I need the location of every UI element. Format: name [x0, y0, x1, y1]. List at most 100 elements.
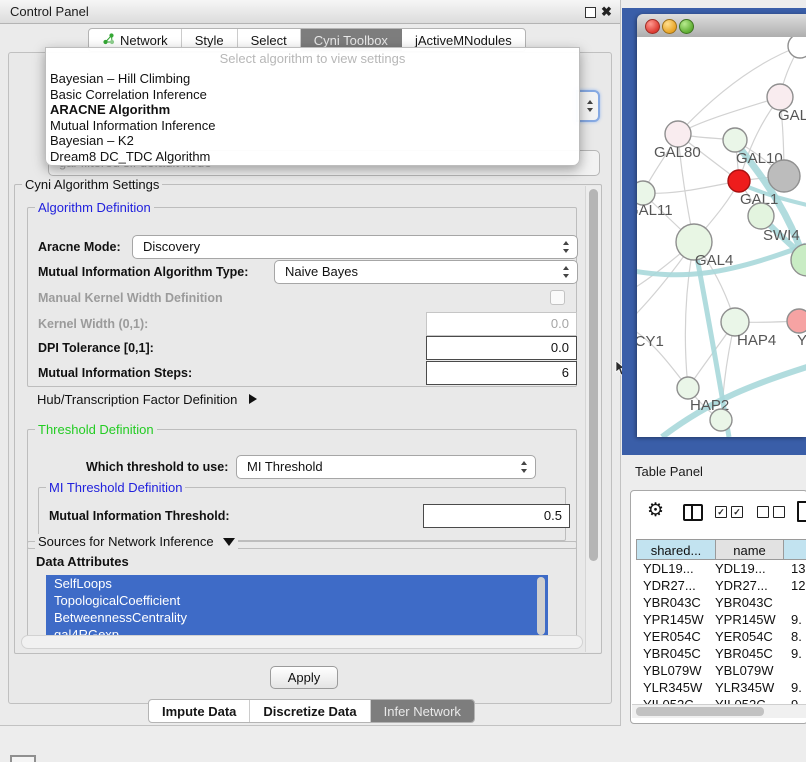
manual-kernel-checkbox[interactable] [550, 290, 565, 305]
node-label-gcy1: GCY1 [637, 333, 664, 350]
attribute-item-betweennesscentrality[interactable]: BetweennessCentrality [46, 609, 548, 626]
threshold-definition-group: Threshold Definition Which threshold to … [27, 429, 577, 549]
algorithm-option-aracne-algorithm[interactable]: ARACNE Algorithm [50, 102, 575, 118]
manual-kernel-label: Manual Kernel Width Definition [38, 291, 223, 305]
table-cell: YLR345W [643, 680, 702, 695]
mi-threshold-definition-title: MI Threshold Definition [46, 480, 185, 495]
document-icon[interactable] [797, 501, 806, 522]
minimize-traffic-light-icon[interactable] [662, 19, 677, 34]
network-node-hap2[interactable] [677, 377, 699, 399]
table-panel-title: Table Panel [635, 464, 703, 479]
aracne-mode-combo[interactable]: Discovery [132, 235, 578, 259]
bottom-tab-impute-data[interactable]: Impute Data [149, 700, 250, 722]
split-columns-icon[interactable] [683, 504, 703, 521]
node-label-gal: GAL [778, 107, 806, 124]
zoom-traffic-light-icon[interactable] [679, 19, 694, 34]
table-row[interactable]: YDL19...YDL19...13 [631, 561, 806, 578]
algorithm-option-bayesian-hill-climbing[interactable]: Bayesian – Hill Climbing [50, 71, 575, 87]
bottom-tab-label: Discretize Data [263, 704, 356, 719]
attribute-item-topologicalcoefficient[interactable]: TopologicalCoefficient [46, 592, 548, 609]
close-icon[interactable]: ✖ [601, 3, 612, 20]
list-scrollbar-thumb[interactable] [537, 577, 545, 635]
table-scrollbar-thumb[interactable] [636, 707, 764, 716]
table-cell: 9. [791, 680, 802, 695]
table-row[interactable]: YBR043CYBR043C [631, 595, 806, 612]
node-label-gal4: GAL4 [695, 252, 733, 269]
unchecked-checkbox-icon[interactable] [773, 506, 785, 518]
stepper-arrows-icon [520, 461, 528, 473]
tab-label: Network [120, 33, 168, 48]
attribute-item-selfloops[interactable]: SelfLoops [46, 575, 548, 592]
settings-vertical-scrollbar[interactable] [585, 186, 601, 652]
kernel-width-label: Kernel Width (0,1): [38, 317, 148, 331]
bottom-tab-label: Impute Data [162, 704, 236, 719]
network-icon [102, 32, 115, 48]
which-threshold-combo[interactable]: MI Threshold [236, 455, 536, 479]
node-label-gal80: GAL80 [654, 144, 701, 161]
sources-title-text: Sources for Network Inference [38, 534, 214, 549]
network-node[interactable] [768, 160, 800, 192]
dpi-tolerance-field[interactable]: 0.0 [426, 336, 577, 360]
table-cell: YDR27... [643, 578, 696, 593]
table-cell: 9. [791, 612, 802, 627]
network-node-gal10[interactable] [723, 128, 747, 152]
node-label-y: Y [797, 332, 806, 349]
column-header-name[interactable]: name [715, 539, 784, 560]
float-window-icon[interactable] [585, 7, 596, 18]
table-row[interactable]: YLR345WYLR345W9. [631, 680, 806, 697]
data-attributes-list[interactable]: SelfLoopsTopologicalCoefficientBetweenne… [46, 575, 548, 643]
mi-steps-field[interactable]: 6 [426, 361, 577, 385]
table-header-row: shared...name [637, 539, 806, 560]
bottom-tabbar: Impute Data Discretize Data Infer Network [148, 699, 475, 723]
gear-icon[interactable]: ⚙ [647, 501, 664, 521]
algorithm-option-bayesian-k2[interactable]: Bayesian – K2 [50, 133, 575, 149]
stepper-arrows-icon [586, 100, 594, 112]
checked-checkbox-icon[interactable]: ✓ [731, 506, 743, 518]
mi-threshold-field[interactable]: 0.5 [423, 504, 570, 528]
aracne-mode-value: Discovery [143, 239, 200, 254]
bottom-left-partial-icon[interactable] [10, 755, 36, 762]
cyni-algorithm-settings-group: Cyni Algorithm Settings Algorithm Defini… [14, 184, 602, 654]
network-node-y[interactable] [787, 309, 806, 333]
kernel-width-field[interactable]: 0.0 [426, 312, 577, 336]
table-row[interactable]: YER054CYER054C8. [631, 629, 806, 646]
network-node[interactable] [710, 409, 732, 431]
network-window-titlebar[interactable] [637, 14, 806, 38]
network-node-swi4[interactable] [748, 203, 774, 229]
table-row[interactable]: YBL079WYBL079W [631, 663, 806, 680]
hub-definition-expander[interactable]: Hub/Transcription Factor Definition [37, 392, 257, 407]
mi-steps-label: Mutual Information Steps: [38, 366, 192, 380]
network-canvas[interactable]: GALGAL80GAL10GAL1GAL11SWI4GAL4GCY1HAP4YH… [637, 37, 806, 437]
table-panel-window: ⚙ ✓ ✓ shared...name YDL19...YDL19...13YD… [630, 490, 806, 724]
algorithm-option-dream8-dc-tdc-algorithm[interactable]: Dream8 DC_TDC Algorithm [50, 149, 575, 165]
table-horizontal-scrollbar[interactable] [632, 704, 806, 718]
close-traffic-light-icon[interactable] [645, 19, 660, 34]
table-row[interactable]: YPR145WYPR145W9. [631, 612, 806, 629]
algorithm-dropdown-popup: Select algorithm to view settings Bayesi… [45, 47, 580, 166]
aracne-mode-label: Aracne Mode: [38, 240, 121, 254]
network-view-window: GALGAL80GAL10GAL1GAL11SWI4GAL4GCY1HAP4YH… [637, 14, 806, 437]
table-cell: 12 [791, 578, 805, 593]
network-node-gal1[interactable] [728, 170, 750, 192]
tab-label: jActiveMNodules [415, 33, 512, 48]
table-row[interactable]: YDR27...YDR27...12 [631, 578, 806, 595]
settings-scrollbar-thumb[interactable] [589, 189, 598, 561]
mi-type-value: Naive Bayes [285, 264, 358, 279]
table-row[interactable]: YBR045CYBR045C9. [631, 646, 806, 663]
table-cell: YBR045C [715, 646, 773, 661]
unchecked-checkbox-icon[interactable] [757, 506, 769, 518]
table-cell: YBR043C [643, 595, 701, 610]
mi-algorithm-type-combo[interactable]: Naive Bayes [274, 260, 578, 284]
checked-checkbox-icon[interactable]: ✓ [715, 506, 727, 518]
algorithm-option-mutual-information-inference[interactable]: Mutual Information Inference [50, 118, 575, 134]
settings-horizontal-scrollbar[interactable] [21, 635, 583, 649]
sources-group-title[interactable]: Sources for Network Inference [35, 534, 238, 549]
column-header-shared-[interactable]: shared... [636, 539, 716, 560]
algorithm-option-basic-correlation-inference[interactable]: Basic Correlation Inference [50, 87, 575, 103]
bottom-tab-discretize-data[interactable]: Discretize Data [250, 700, 370, 722]
column-header-partial[interactable] [783, 539, 806, 560]
apply-button[interactable]: Apply [270, 666, 338, 689]
table-cell: YER054C [715, 629, 773, 644]
network-node[interactable] [788, 37, 806, 58]
bottom-tab-infer-network[interactable]: Infer Network [371, 700, 474, 722]
